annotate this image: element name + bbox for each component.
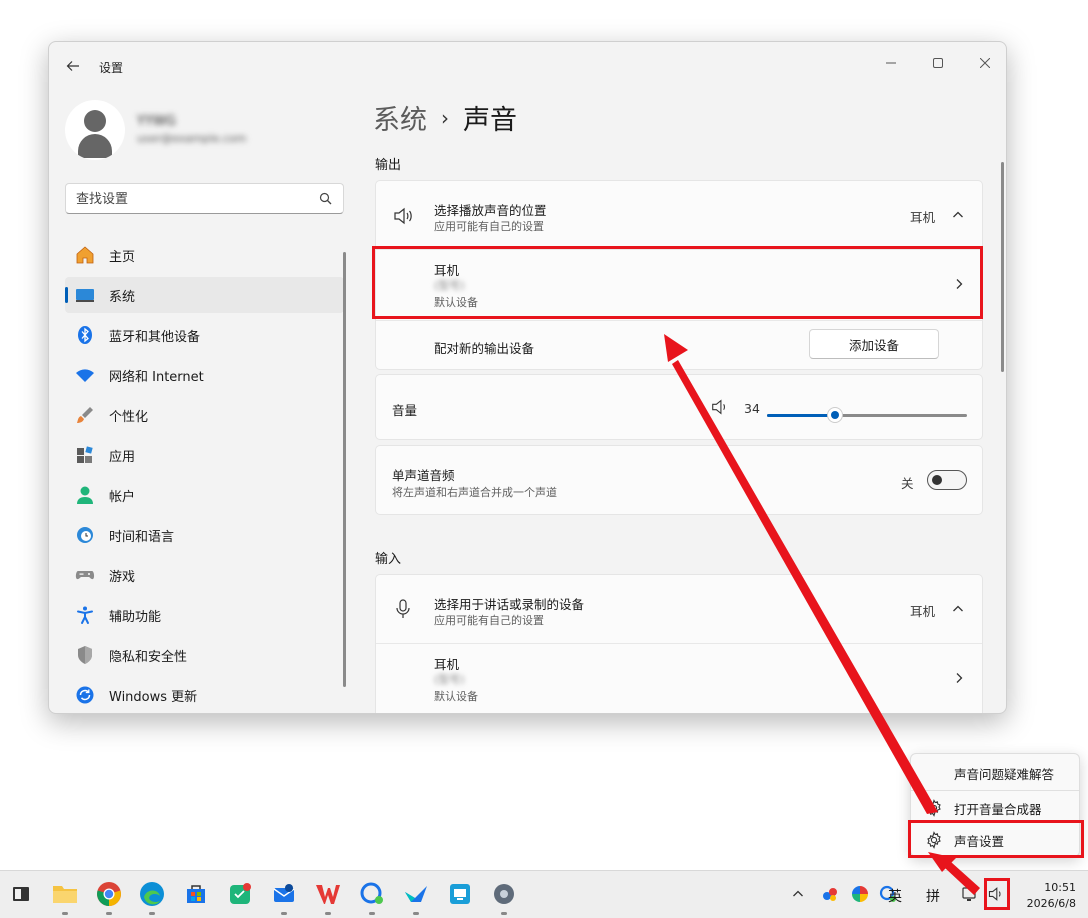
arrow-shaft-2: [945, 862, 980, 895]
arrow-shaft-1: [672, 360, 938, 814]
annotation-arrows: [664, 334, 980, 895]
arrow-head-1: [664, 334, 688, 362]
